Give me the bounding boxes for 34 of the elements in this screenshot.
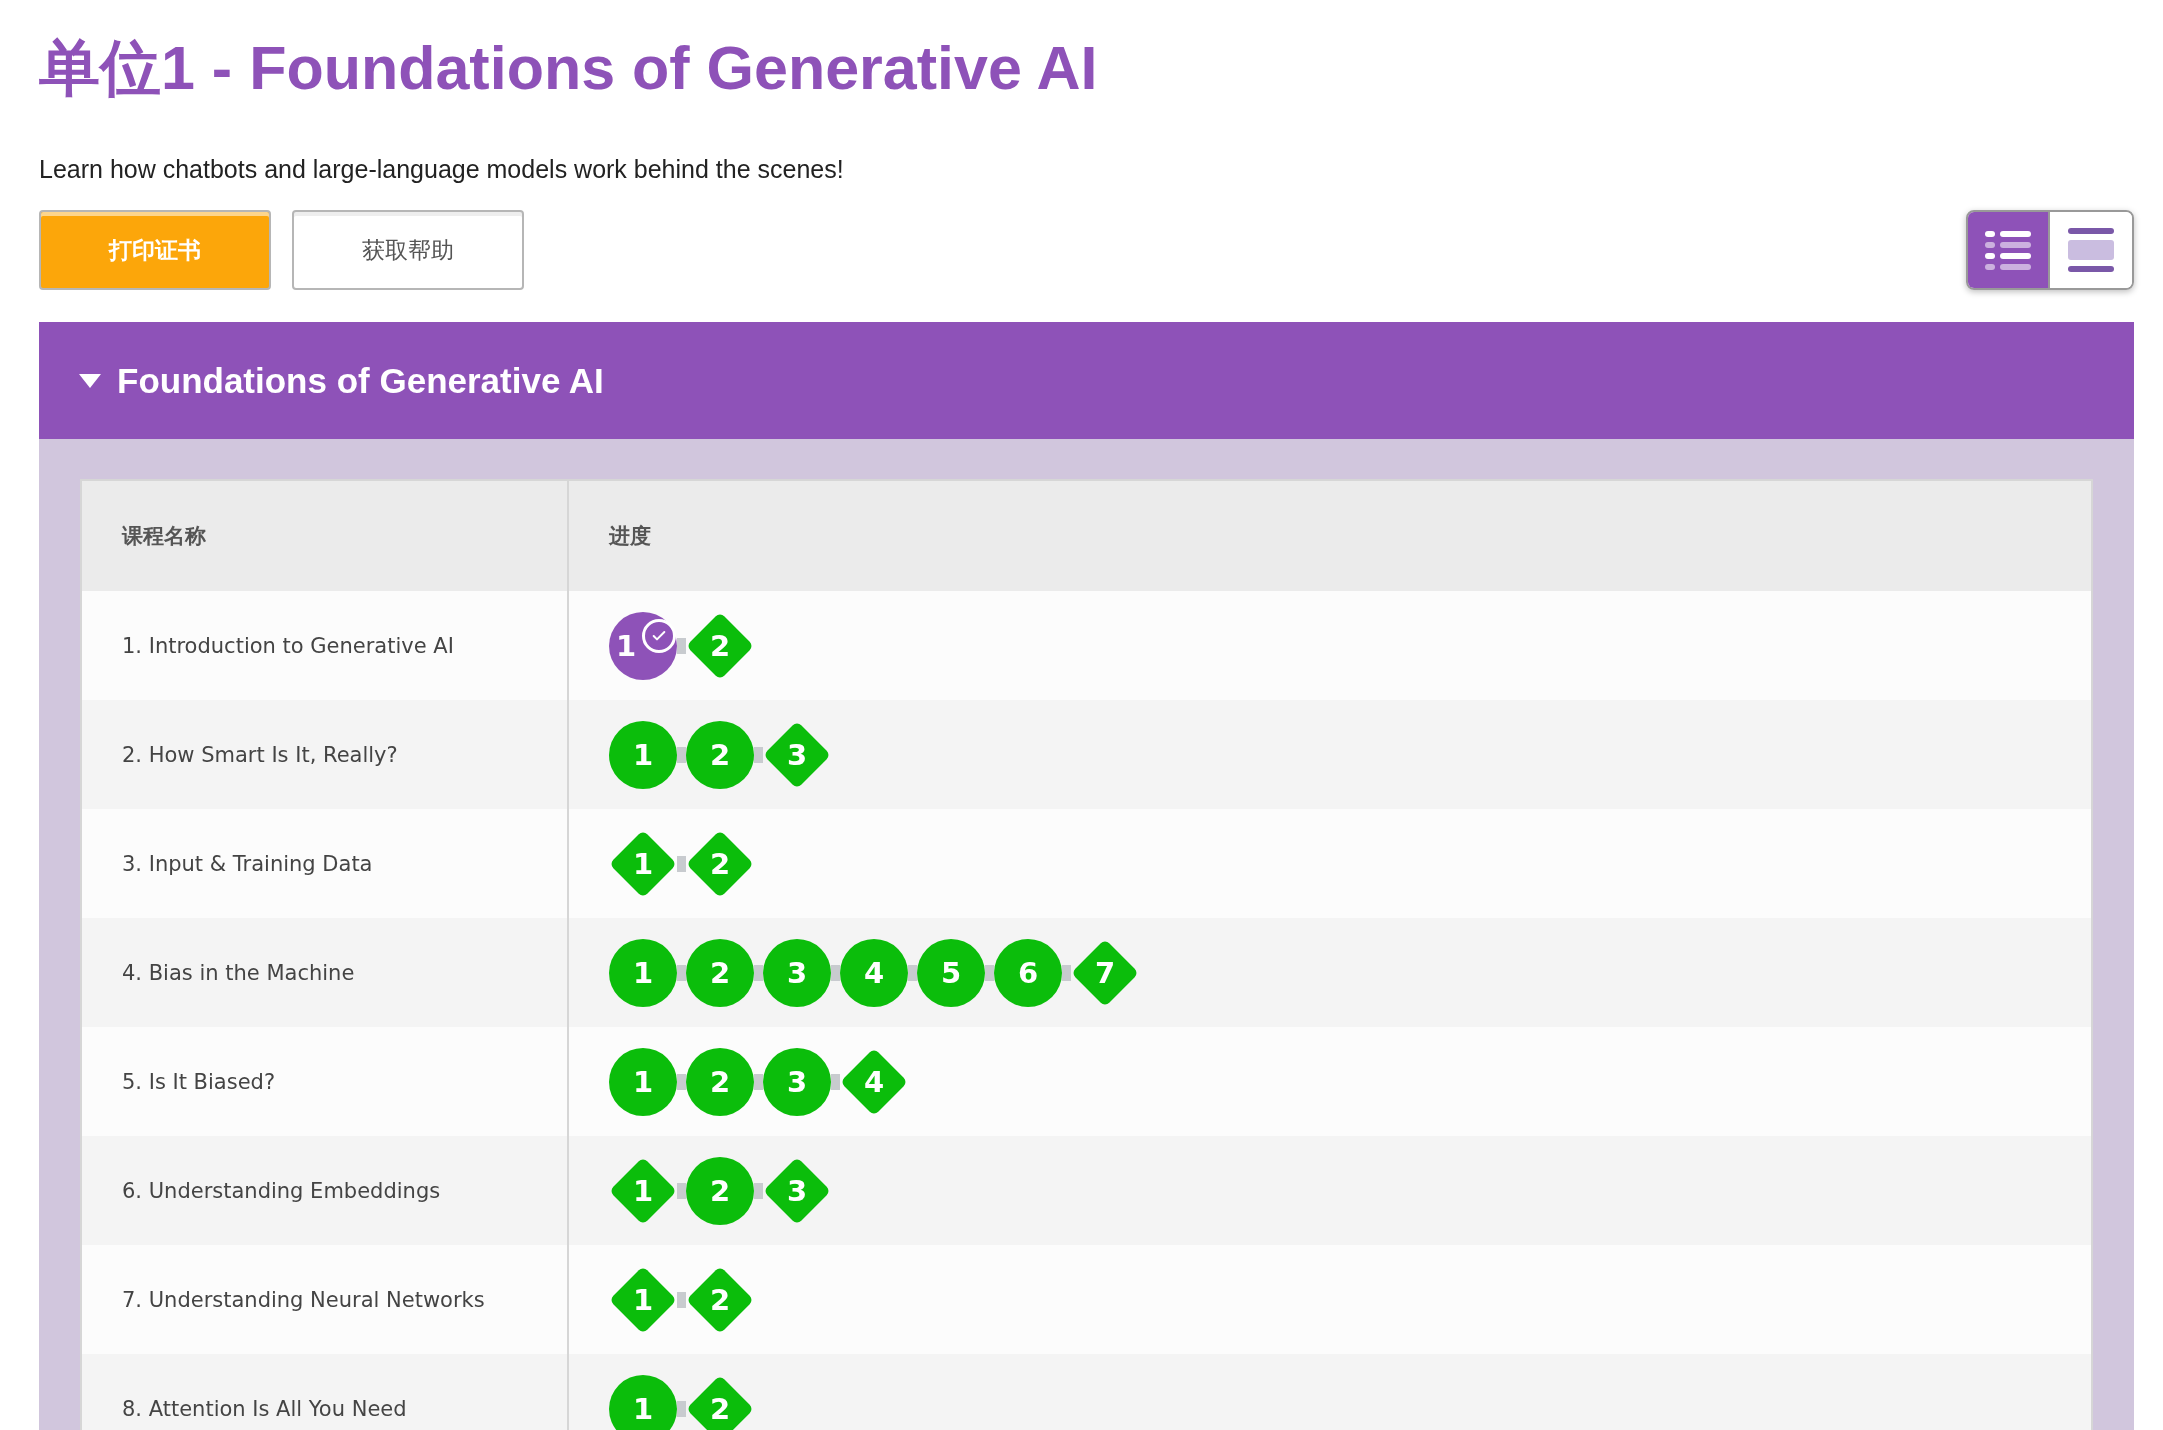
- summary-view-icon: [2068, 228, 2114, 272]
- lesson-name: 1. Introduction to Generative AI: [122, 633, 454, 658]
- level-bubble[interactable]: 1: [609, 1047, 677, 1116]
- level-bubble[interactable]: 2: [686, 720, 754, 789]
- level-bubble[interactable]: 2: [686, 938, 754, 1007]
- lesson-name: 4. Bias in the Machine: [122, 960, 355, 985]
- lesson-name: 2. How Smart Is It, Really?: [122, 742, 398, 767]
- section-header[interactable]: Foundations of Generative AI: [39, 322, 2134, 439]
- column-header: 课程名称: [122, 523, 206, 550]
- level-bubble[interactable]: 4: [840, 938, 908, 1007]
- lesson-name: 8. Attention Is All You Need: [122, 1396, 407, 1421]
- level-bubble[interactable]: 2: [686, 1156, 754, 1225]
- level-bubble[interactable]: 3: [763, 1047, 831, 1116]
- page-title: 单位1 - Foundations of Generative AI: [39, 33, 1099, 104]
- column-header: 进度: [609, 523, 651, 550]
- help-button[interactable]: 获取帮助: [292, 210, 524, 290]
- level-bubble[interactable]: 1: [609, 938, 677, 1007]
- lesson-name: 5. Is It Biased?: [122, 1069, 276, 1094]
- level-bubble[interactable]: 5: [917, 938, 985, 1007]
- lesson-name: 3. Input & Training Data: [122, 851, 373, 876]
- page-description: Learn how chatbots and large-language models work behind the scenes!: [39, 154, 845, 184]
- level-bubble[interactable]: 1: [609, 611, 677, 680]
- view-toggle-button[interactable]: [1968, 212, 2050, 288]
- level-bubble[interactable]: 6: [994, 938, 1062, 1007]
- print-certificate-button[interactable]: 打印证书: [39, 210, 271, 290]
- view-toggle-button[interactable]: [2050, 212, 2132, 288]
- list-view-icon: [1985, 229, 2031, 271]
- caret-icon: [79, 373, 101, 388]
- level-bubble[interactable]: 1: [609, 720, 677, 789]
- level-bubble[interactable]: 2: [686, 1047, 754, 1116]
- level-bubble[interactable]: 3: [763, 938, 831, 1007]
- level-bubble[interactable]: 1: [609, 1374, 677, 1430]
- lesson-name: 6. Understanding Embeddings: [122, 1178, 441, 1203]
- lesson-name: 7. Understanding Neural Networks: [122, 1287, 485, 1312]
